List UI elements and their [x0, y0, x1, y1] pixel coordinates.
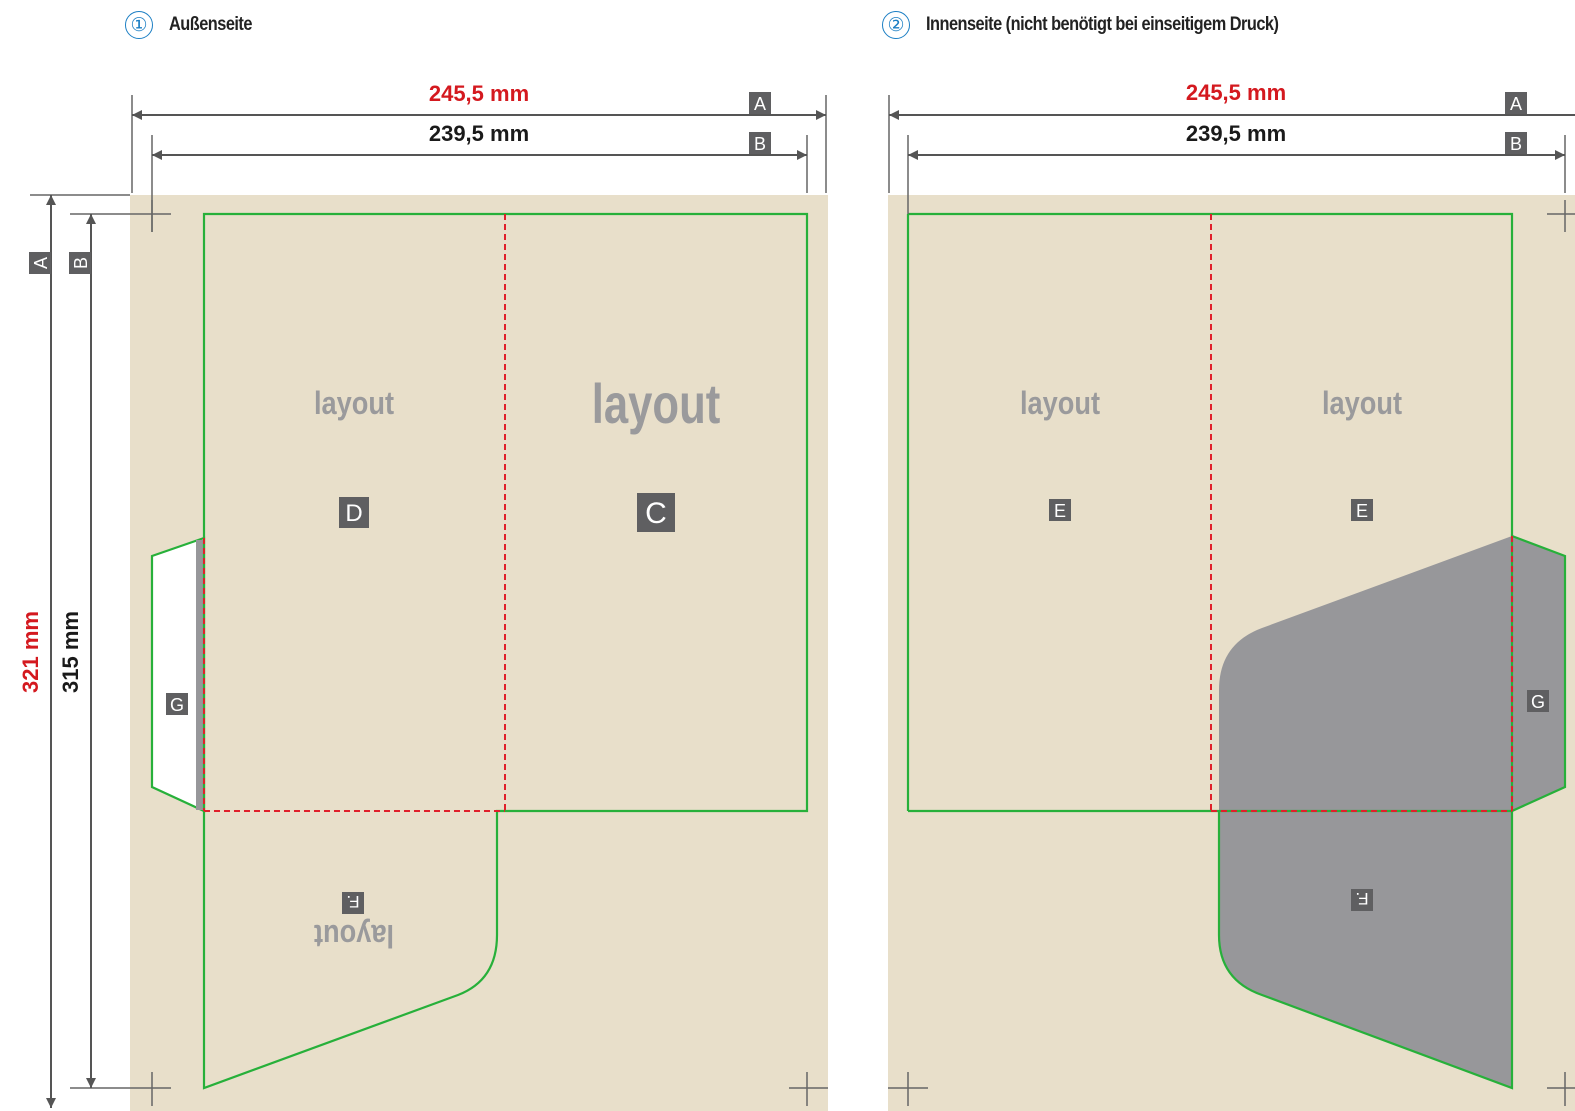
layout-placeholder-back-outer: layout — [314, 386, 394, 422]
layout-placeholder-front-outer: layout — [592, 373, 721, 435]
badge-g-outer: G — [166, 693, 188, 715]
layout-placeholder-right-inner: layout — [1322, 386, 1402, 422]
svg-text:315 mm: 315 mm — [58, 611, 83, 693]
svg-text:B: B — [1510, 134, 1522, 154]
inner-glue-tab — [1510, 534, 1567, 813]
badge-f-inner: F. — [1351, 889, 1373, 911]
badge-e-right: E — [1351, 499, 1373, 521]
svg-text:239,5 mm: 239,5 mm — [1186, 121, 1286, 146]
svg-text:F.: F. — [346, 892, 359, 911]
badge-f-outer: F. — [342, 892, 364, 914]
svg-text:G: G — [170, 695, 184, 715]
svg-text:C: C — [645, 497, 667, 530]
inner-panel: layout layout E E F. G 245,5 mm 239,5 mm — [888, 80, 1575, 1111]
svg-text:239,5 mm: 239,5 mm — [429, 121, 529, 146]
badge-g-inner: G — [1527, 690, 1549, 712]
svg-text:E: E — [1054, 501, 1066, 521]
svg-text:G: G — [1531, 692, 1545, 712]
folder-diagram: layout layout layout D C F. G 245,5 mm 2… — [18, 80, 1575, 1111]
badge-c: C — [637, 493, 675, 532]
outer-glue-tab-strip — [196, 540, 204, 810]
svg-text:B: B — [71, 257, 91, 269]
svg-text:245,5 mm: 245,5 mm — [1186, 80, 1286, 105]
outer-bleed-area — [130, 195, 828, 1111]
outer-panel: layout layout layout D C F. G 245,5 mm 2… — [18, 81, 828, 1111]
badge-e-left: E — [1049, 499, 1071, 521]
layout-placeholder-left-inner: layout — [1020, 386, 1100, 422]
svg-text:D: D — [345, 500, 362, 527]
svg-text:A: A — [31, 257, 51, 269]
badge-d: D — [339, 497, 369, 528]
outer-dimension-height: 321 mm 315 mm A B — [18, 194, 134, 1108]
svg-text:A: A — [754, 94, 766, 114]
svg-text:A: A — [1510, 94, 1522, 114]
svg-text:E: E — [1356, 501, 1368, 521]
svg-text:321 mm: 321 mm — [18, 611, 43, 693]
layout-placeholder-flap-outer: layout — [314, 917, 394, 953]
svg-text:245,5 mm: 245,5 mm — [429, 81, 529, 106]
inner-dimension-width: 245,5 mm 239,5 mm A B — [888, 80, 1575, 214]
svg-text:F.: F. — [1355, 889, 1368, 908]
svg-text:B: B — [754, 134, 766, 154]
